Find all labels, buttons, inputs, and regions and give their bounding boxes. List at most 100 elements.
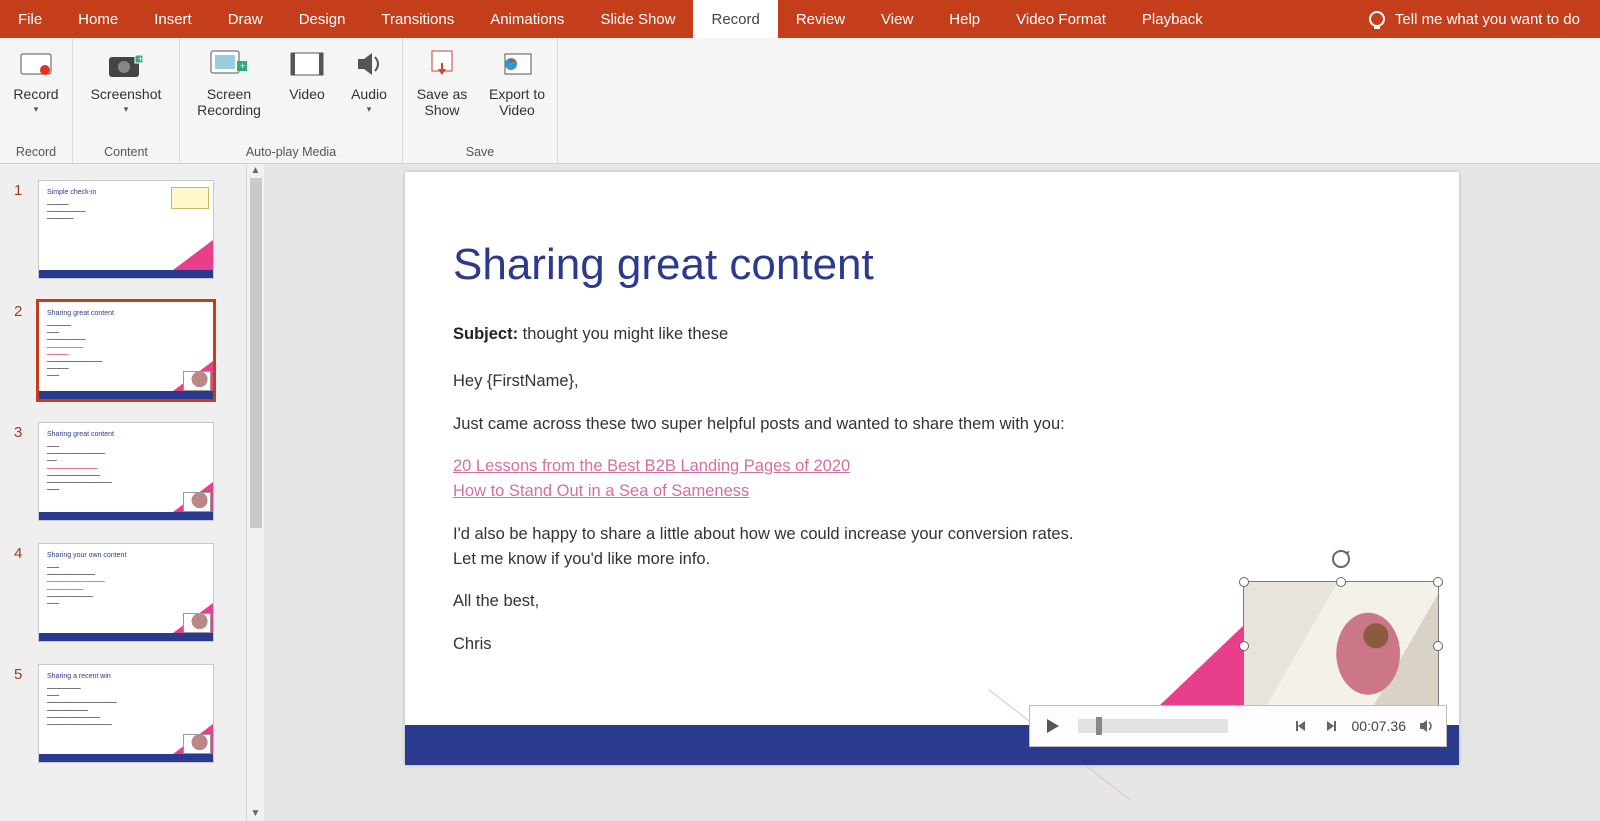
scroll-track[interactable] <box>247 178 264 807</box>
group-content: + Screenshot ▾ Content <box>73 38 180 163</box>
audio-button[interactable]: Audio ▾ <box>344 44 394 115</box>
embedded-video-object[interactable] <box>1243 581 1439 711</box>
ribbon: Record ▾ Record + Screenshot ▾ Content +… <box>0 38 1600 164</box>
thumb-body: ━━━━━━━━━━━━━━━━━━━━━━━━━━━━━━━━━━━━━━━━… <box>47 564 203 607</box>
thumbnail-row-4[interactable]: 4 Sharing your own content ━━━━━━━━━━━━━… <box>14 543 238 642</box>
tab-help[interactable]: Help <box>931 0 998 38</box>
resize-handle[interactable] <box>1239 641 1249 651</box>
slide-editor[interactable]: Sharing great content Subject: thought y… <box>264 164 1600 821</box>
video-thumbnail <box>183 734 211 754</box>
volume-button[interactable] <box>1418 717 1436 735</box>
video-thumbnail <box>183 613 211 633</box>
tab-review[interactable]: Review <box>778 0 863 38</box>
screen-recording-icon: + <box>209 44 249 84</box>
thumb-number: 2 <box>14 301 28 320</box>
export-to-video-label: Export to Video <box>485 86 549 118</box>
tab-home[interactable]: Home <box>60 0 136 38</box>
record-label: Record <box>13 86 58 102</box>
screenshot-label: Screenshot <box>91 86 162 102</box>
tab-slideshow[interactable]: Slide Show <box>582 0 693 38</box>
blue-bar <box>39 391 213 399</box>
slide-canvas[interactable]: Sharing great content Subject: thought y… <box>405 172 1459 765</box>
resize-handle[interactable] <box>1433 641 1443 651</box>
slide-title[interactable]: Sharing great content <box>453 240 874 290</box>
subject-value: thought you might like these <box>518 325 728 343</box>
save-as-show-button[interactable]: Save as Show <box>411 44 473 118</box>
group-label-autoplay: Auto-play Media <box>188 143 394 161</box>
export-to-video-button[interactable]: Export to Video <box>485 44 549 118</box>
record-icon <box>16 44 56 84</box>
tab-design[interactable]: Design <box>281 0 364 38</box>
video-thumbnail <box>183 371 211 391</box>
scroll-up-icon[interactable]: ▲ <box>249 164 263 178</box>
scroll-thumb[interactable] <box>250 178 262 528</box>
workspace: 1 Simple check-in ━━━━━━━━━━━━━━━━━━━━━━… <box>0 164 1600 821</box>
thumb-body: ━━━━━━━━━━━━━━━━━━━━━━━━━━━━━━━━━━━━━━━━… <box>47 685 203 728</box>
thumb-title: Simple check-in <box>47 189 96 196</box>
slide-thumbnail-selected[interactable]: Sharing great content ━━━━━━━━━━━━━━━━━━… <box>38 301 214 400</box>
tab-insert[interactable]: Insert <box>136 0 210 38</box>
tab-video-format[interactable]: Video Format <box>998 0 1124 38</box>
group-record: Record ▾ Record <box>0 38 73 163</box>
seek-track[interactable] <box>1078 719 1228 733</box>
blue-bar <box>39 633 213 641</box>
tab-playback[interactable]: Playback <box>1124 0 1221 38</box>
thumbnail-row-1[interactable]: 1 Simple check-in ━━━━━━━━━━━━━━━━━━━━━━… <box>14 180 238 279</box>
blue-bar <box>39 512 213 520</box>
group-label-content: Content <box>81 143 171 161</box>
thumbnail-row-3[interactable]: 3 Sharing great content ━━━━━━━━━━━━━━━━… <box>14 422 238 521</box>
slide-thumbnails-panel: 1 Simple check-in ━━━━━━━━━━━━━━━━━━━━━━… <box>0 164 264 821</box>
slide-thumbnail[interactable]: Sharing a recent win ━━━━━━━━━━━━━━━━━━━… <box>38 664 214 763</box>
webcam-image <box>1244 582 1438 710</box>
resize-handle[interactable] <box>1239 577 1249 587</box>
record-button[interactable]: Record ▾ <box>8 44 64 115</box>
thumbnail-row-2[interactable]: 2 Sharing great content ━━━━━━━━━━━━━━━━… <box>14 301 238 400</box>
resize-handle[interactable] <box>1336 577 1346 587</box>
thumbnail-row-5[interactable]: 5 Sharing a recent win ━━━━━━━━━━━━━━━━━… <box>14 664 238 763</box>
svg-text:+: + <box>138 54 143 64</box>
blue-bar <box>39 270 213 278</box>
tab-transitions[interactable]: Transitions <box>363 0 472 38</box>
play-button[interactable] <box>1040 713 1066 739</box>
tell-me-search[interactable]: Tell me what you want to do <box>1349 0 1600 38</box>
tab-file[interactable]: File <box>0 0 60 38</box>
tell-me-label: Tell me what you want to do <box>1395 11 1580 28</box>
tab-draw[interactable]: Draw <box>210 0 281 38</box>
screenshot-button[interactable]: + Screenshot ▾ <box>81 44 171 115</box>
video-button[interactable]: Video <box>282 44 332 102</box>
seek-thumb[interactable] <box>1096 717 1102 735</box>
video-playback-bar: 00:07.36 <box>1029 705 1447 747</box>
svg-text:+: + <box>240 61 245 71</box>
tab-record[interactable]: Record <box>693 0 777 38</box>
tab-animations[interactable]: Animations <box>472 0 582 38</box>
rotate-handle[interactable] <box>1330 548 1352 570</box>
group-label-record: Record <box>8 143 64 161</box>
scroll-down-icon[interactable]: ▼ <box>249 807 263 821</box>
step-forward-button[interactable] <box>1322 717 1340 735</box>
thumbnails-scrollbar[interactable]: ▲ ▼ <box>246 164 264 821</box>
group-autoplay: + Screen Recording Video Audio ▾ Auto-pl… <box>180 38 403 163</box>
slide-thumbnail[interactable]: Sharing your own content ━━━━━━━━━━━━━━━… <box>38 543 214 642</box>
save-as-show-label: Save as Show <box>411 86 473 118</box>
thumb-title: Sharing great content <box>47 431 114 438</box>
link-1[interactable]: 20 Lessons from the Best B2B Landing Pag… <box>453 454 1399 479</box>
thumb-body: ━━━━━━━━━━━━━━━━━━━━━━━━━━━━━━━━━━━━━━━━… <box>47 322 203 380</box>
thumb-body: ━━━━━━━━━━━━━━━━━━━━━━━━━━━━━━━━━━━━ <box>47 201 203 223</box>
thumb-number: 3 <box>14 422 28 441</box>
screen-recording-button[interactable]: + Screen Recording <box>188 44 270 118</box>
thumb-title: Sharing your own content <box>47 552 126 559</box>
playback-time: 00:07.36 <box>1352 718 1407 734</box>
step-back-button[interactable] <box>1292 717 1310 735</box>
video-label: Video <box>289 86 325 102</box>
resize-handle[interactable] <box>1433 577 1443 587</box>
subject-line: Subject: thought you might like these <box>453 322 1399 347</box>
group-label-save: Save <box>411 143 549 161</box>
greeting-text: Hey {FirstName}, <box>453 369 1399 394</box>
video-thumbnail <box>183 492 211 512</box>
link-2[interactable]: How to Stand Out in a Sea of Sameness <box>453 479 1399 504</box>
thumb-body: ━━━━━━━━━━━━━━━━━━━━━━━━━━━━━━━━━━━━━━━━… <box>47 443 203 493</box>
slide-thumbnail[interactable]: Sharing great content ━━━━━━━━━━━━━━━━━━… <box>38 422 214 521</box>
tab-view[interactable]: View <box>863 0 931 38</box>
slide-thumbnail[interactable]: Simple check-in ━━━━━━━━━━━━━━━━━━━━━━━━… <box>38 180 214 279</box>
chevron-down-icon: ▾ <box>124 104 129 115</box>
